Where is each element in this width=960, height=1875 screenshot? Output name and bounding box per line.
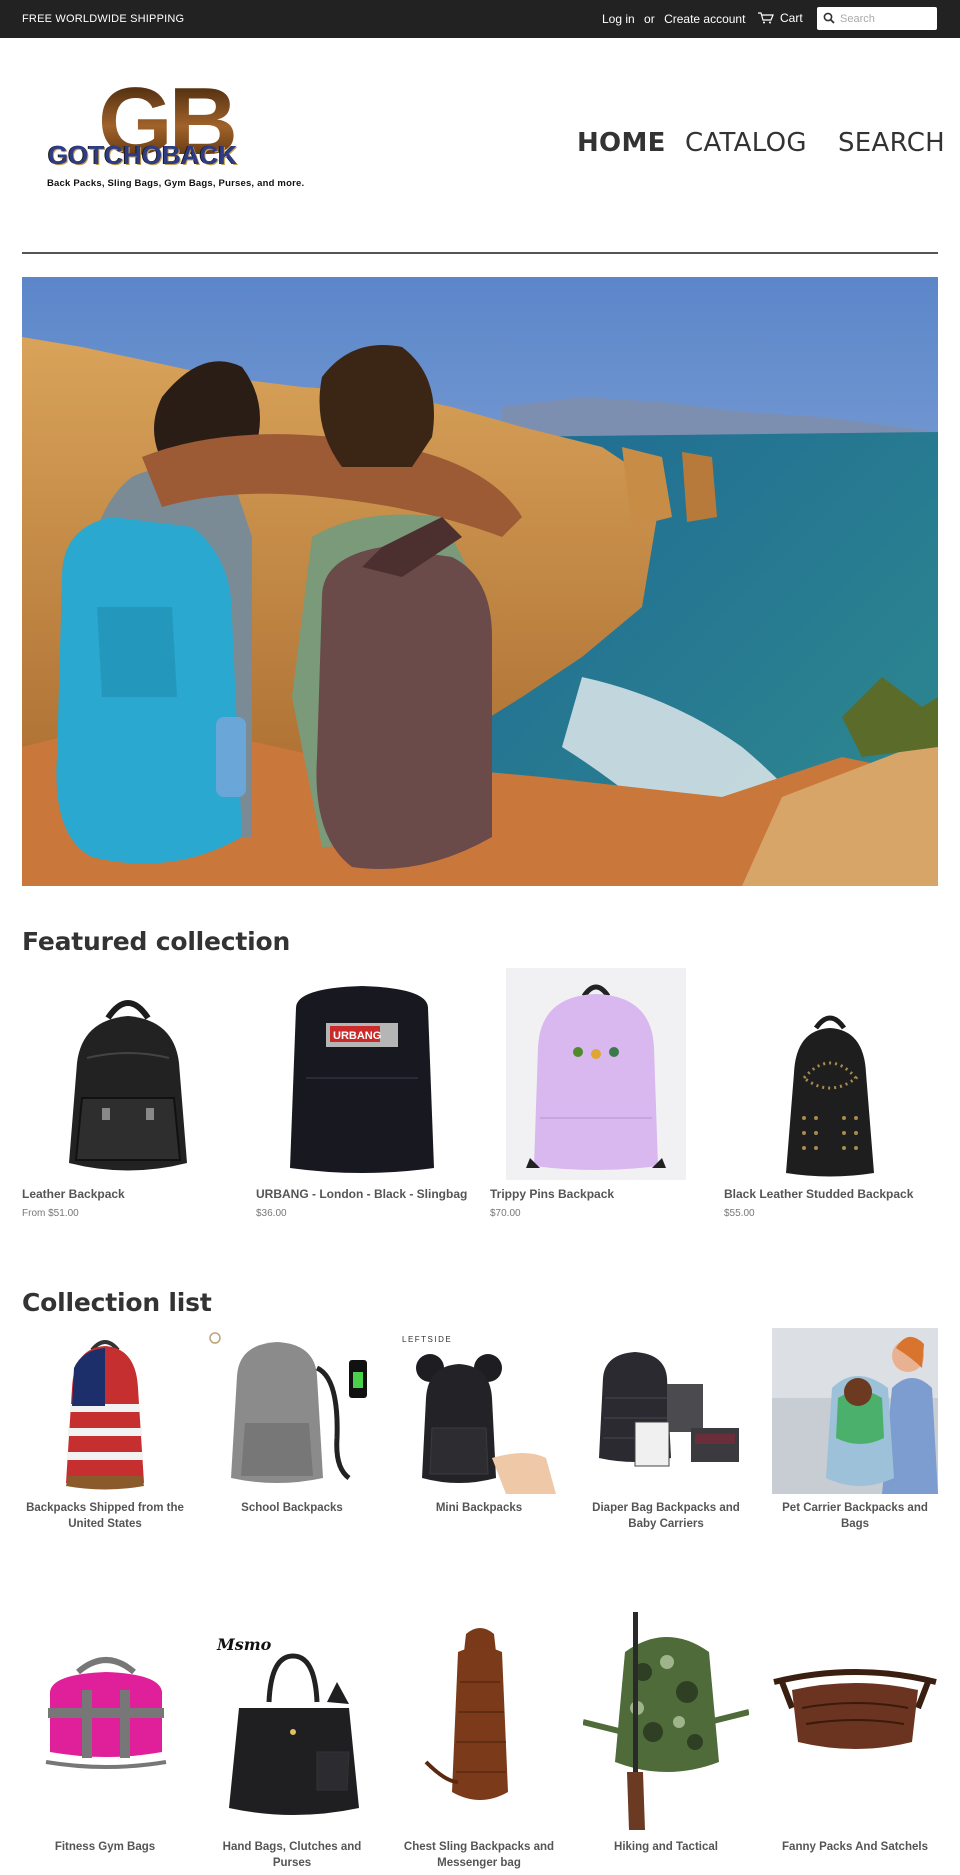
or-text: or (644, 12, 655, 26)
collection-image[interactable] (209, 1328, 375, 1494)
urbang-label: URBANG (333, 1030, 381, 1042)
collection-image[interactable] (772, 1612, 938, 1830)
collection-image[interactable] (22, 1328, 188, 1494)
collection-title[interactable]: Pet Carrier Backpacks and Bags (772, 1500, 938, 1532)
site-logo[interactable]: GB GOTCHOBACK Back Packs, Sling Bags, Gy… (44, 74, 305, 194)
product-price: $70.00 (490, 1208, 521, 1219)
nav-search[interactable]: SEARCH (838, 128, 945, 158)
free-shipping-text: FREE WORLDWIDE SHIPPING (22, 13, 185, 25)
collection-image[interactable] (583, 1328, 749, 1494)
hero-image[interactable] (22, 277, 938, 886)
product-title[interactable]: URBANG - London - Black - Slingbag (256, 1187, 467, 1201)
account-links: Log in or Create account (602, 12, 751, 26)
collection-title[interactable]: Hand Bags, Clutches and Purses (209, 1839, 375, 1871)
collection-image[interactable] (772, 1328, 938, 1494)
collection-title[interactable]: Fanny Packs And Satchels (772, 1839, 938, 1855)
collection-title[interactable]: School Backpacks (209, 1500, 375, 1516)
collection-title[interactable]: Backpacks Shipped from the United States (22, 1500, 188, 1532)
product-title[interactable]: Black Leather Studded Backpack (724, 1187, 913, 1201)
product-image[interactable]: URBANG (256, 968, 468, 1180)
product-image[interactable] (490, 968, 702, 1180)
product-title[interactable]: Leather Backpack (22, 1187, 125, 1201)
cart-label: Cart (780, 11, 803, 25)
product-price: From $51.00 (22, 1208, 79, 1219)
collection-title[interactable]: Chest Sling Backpacks and Messenger bag (396, 1839, 562, 1871)
nav-catalog[interactable]: CATALOG (685, 128, 807, 158)
collection-title[interactable]: Diaper Bag Backpacks and Baby Carriers (583, 1500, 749, 1532)
collection-image[interactable] (583, 1612, 749, 1830)
cart-link[interactable]: Cart (758, 11, 803, 25)
logo-tagline: Back Packs, Sling Bags, Gym Bags, Purses… (47, 178, 305, 189)
collection-title[interactable]: Mini Backpacks (396, 1500, 562, 1516)
product-title[interactable]: Trippy Pins Backpack (490, 1187, 614, 1201)
cart-icon (758, 12, 774, 24)
leftside-brand: LEFTSIDE (402, 1335, 452, 1344)
search-icon[interactable] (823, 12, 835, 24)
logo-wordmark: GOTCHOBACK (48, 140, 238, 170)
product-image[interactable] (22, 968, 234, 1180)
collection-list-heading: Collection list (22, 1288, 212, 1317)
announcement-bar: FREE WORLDWIDE SHIPPING Log in or Create… (0, 0, 960, 38)
featured-heading: Featured collection (22, 927, 291, 956)
collection-image[interactable]: LEFTSIDE (396, 1328, 562, 1494)
create-account-link[interactable]: Create account (664, 12, 745, 26)
product-price: $36.00 (256, 1208, 287, 1219)
login-link[interactable]: Log in (602, 12, 635, 26)
search-input[interactable] (840, 10, 932, 27)
collection-image[interactable] (22, 1612, 188, 1830)
search-box (817, 7, 937, 30)
collection-title[interactable]: Hiking and Tactical (583, 1839, 749, 1855)
msmo-brand: Msmo (216, 1635, 272, 1654)
header-divider (22, 252, 938, 254)
collection-image[interactable] (396, 1612, 562, 1830)
collection-image[interactable]: Msmo (209, 1612, 375, 1830)
collection-title[interactable]: Fitness Gym Bags (22, 1839, 188, 1855)
product-price: $55.00 (724, 1208, 755, 1219)
nav-home[interactable]: HOME (577, 128, 666, 158)
product-image[interactable] (724, 968, 936, 1180)
